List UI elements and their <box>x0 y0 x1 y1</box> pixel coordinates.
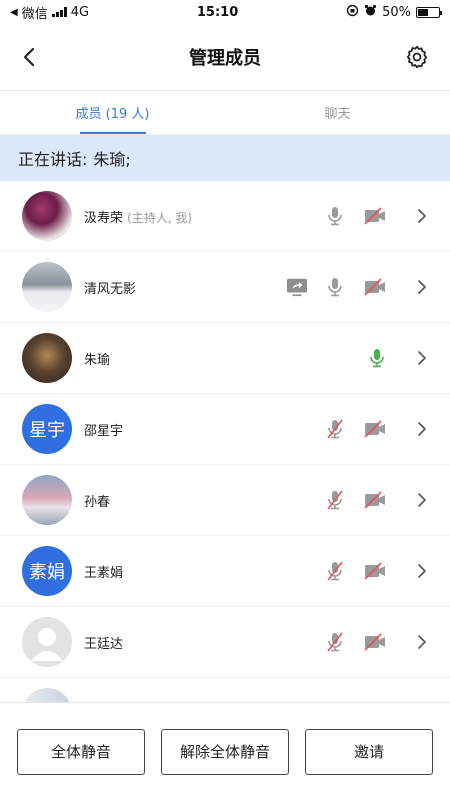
page-title: 管理成员 <box>189 48 261 69</box>
camera-off-icon[interactable] <box>362 489 388 511</box>
unmute-all-button[interactable]: 解除全体静音 <box>161 728 289 775</box>
member-list: 汲寿荣 (主持人, 我) 清风无影朱瑜星宇 邵星宇孙春素娟 王素娟王廷达 <box>0 181 450 703</box>
camera-off-icon[interactable] <box>362 560 388 582</box>
battery-percent: 50% <box>382 4 411 20</box>
signal-icon <box>51 7 67 17</box>
member-name-text: 孙春 <box>84 494 111 510</box>
chevron-right-icon[interactable] <box>416 631 428 653</box>
tab-members[interactable]: 成员 (19 人) <box>0 91 225 134</box>
member-avatar <box>22 688 72 703</box>
member-row[interactable] <box>0 678 450 703</box>
mic-muted-icon[interactable] <box>324 489 346 511</box>
member-avatar: 素娟 <box>22 546 72 596</box>
camera-off-icon[interactable] <box>362 418 388 440</box>
settings-gear-icon[interactable] <box>404 44 430 70</box>
member-row[interactable]: 王廷达 <box>0 607 450 678</box>
status-left: ◀ 微信 4G <box>10 3 89 22</box>
member-row[interactable]: 清风无影 <box>0 252 450 323</box>
chevron-right-icon[interactable] <box>416 418 428 440</box>
chevron-right-icon[interactable] <box>416 489 428 511</box>
speaking-banner: 正在讲话: 朱瑜; <box>0 135 450 181</box>
mute-all-button[interactable]: 全体静音 <box>17 728 145 775</box>
mic-icon[interactable] <box>324 276 346 298</box>
chevron-right-icon[interactable] <box>416 347 428 369</box>
mic-icon[interactable] <box>324 205 346 227</box>
screen-share-icon <box>286 276 308 298</box>
invite-button[interactable]: 邀请 <box>305 728 433 775</box>
speaking-label: 正在讲话: <box>18 150 88 169</box>
mic-muted-icon[interactable] <box>324 631 346 653</box>
member-name-text: 汲寿荣 <box>84 210 124 226</box>
mic-icon[interactable] <box>366 347 388 369</box>
back-chevron-icon[interactable] <box>18 45 42 69</box>
member-avatar: 星宇 <box>22 404 72 454</box>
member-controls <box>324 631 428 653</box>
orientation-lock-icon <box>346 4 359 21</box>
member-name-text: 清风无影 <box>84 281 137 297</box>
chevron-right-icon[interactable] <box>416 560 428 582</box>
tab-chat[interactable]: 聊天 <box>225 91 450 134</box>
alarm-icon <box>364 4 377 21</box>
member-name-text: 王素娟 <box>84 565 124 581</box>
network-label: 4G <box>70 4 90 20</box>
member-avatar <box>22 333 72 383</box>
member-controls <box>324 560 428 582</box>
member-controls <box>324 489 428 511</box>
back-app-label[interactable]: 微信 <box>22 3 48 22</box>
member-controls <box>286 276 428 298</box>
mic-muted-icon[interactable] <box>324 418 346 440</box>
speaking-names: 朱瑜; <box>93 150 131 169</box>
battery-icon <box>416 6 442 18</box>
bottom-action-bar: 全体静音 解除全体静音 邀请 <box>0 702 450 800</box>
mic-muted-icon[interactable] <box>324 560 346 582</box>
member-avatar <box>22 262 72 312</box>
member-name-text: 朱瑜 <box>84 352 111 368</box>
member-name-text: 邵星宇 <box>84 423 124 439</box>
member-row[interactable]: 星宇 邵星宇 <box>0 394 450 465</box>
status-bar: ◀ 微信 4G 15:10 50% <box>0 0 450 24</box>
chevron-right-icon[interactable] <box>416 276 428 298</box>
back-to-app-icon[interactable]: ◀ <box>10 7 18 18</box>
member-row[interactable]: 朱瑜 <box>0 323 450 394</box>
nav-bar: 管理成员 <box>0 24 450 91</box>
member-controls <box>366 347 428 369</box>
member-role: (主持人, 我) <box>127 210 193 225</box>
camera-off-icon[interactable] <box>362 276 388 298</box>
member-avatar <box>22 191 72 241</box>
tab-bar: 成员 (19 人) 聊天 <box>0 91 450 135</box>
member-row[interactable]: 孙春 <box>0 465 450 536</box>
member-row[interactable]: 汲寿荣 (主持人, 我) <box>0 181 450 252</box>
camera-off-icon[interactable] <box>362 631 388 653</box>
member-name-text: 王廷达 <box>84 636 124 652</box>
status-right: 50% <box>346 4 442 21</box>
camera-off-icon[interactable] <box>362 205 388 227</box>
member-row[interactable]: 素娟 王素娟 <box>0 536 450 607</box>
member-controls <box>324 205 428 227</box>
member-controls <box>324 418 428 440</box>
chevron-right-icon[interactable] <box>416 205 428 227</box>
status-time: 15:10 <box>196 4 239 20</box>
member-avatar <box>22 617 72 667</box>
member-avatar <box>22 475 72 525</box>
